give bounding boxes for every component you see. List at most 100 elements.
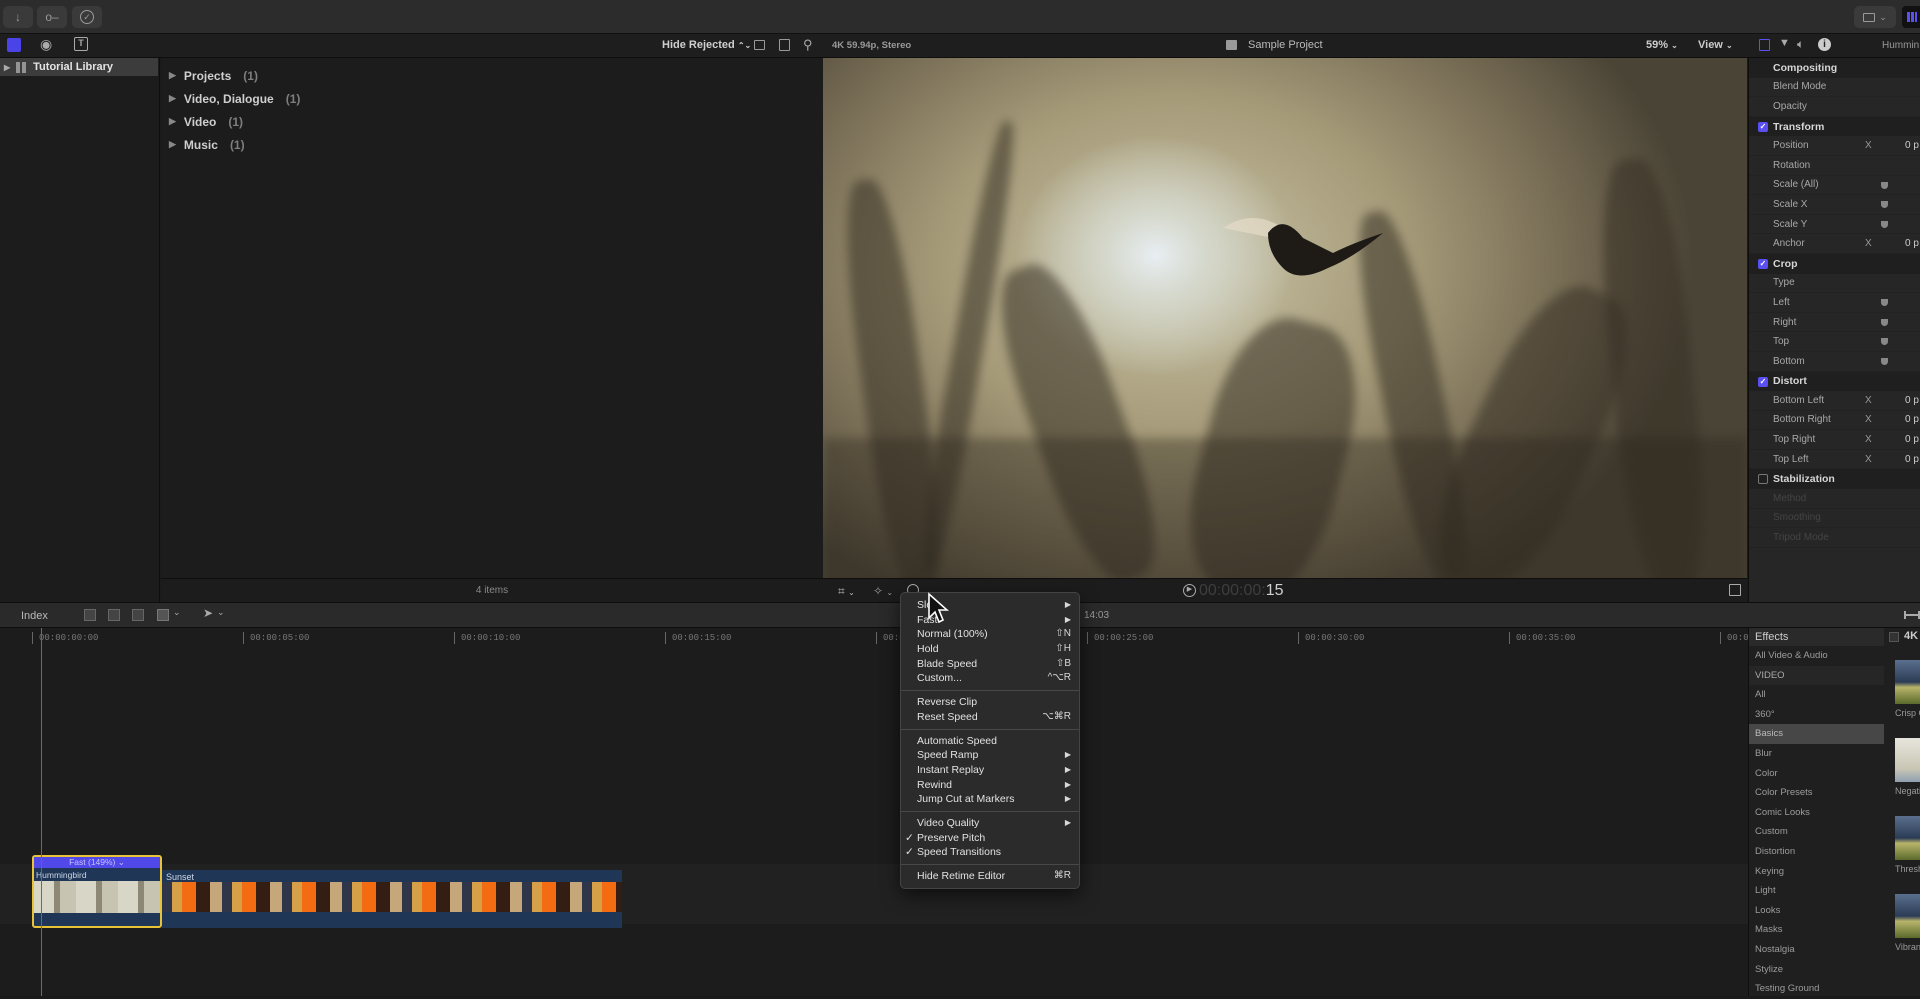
- event-row[interactable]: ▶ Music (1): [161, 133, 823, 156]
- inspector-parameter-row[interactable]: Smoothing: [1749, 509, 1920, 529]
- insert-clip-icon[interactable]: [108, 609, 120, 621]
- select-tool-icon[interactable]: ➤: [203, 606, 213, 620]
- transform-crop-icon[interactable]: ⌗ ⌄: [838, 584, 855, 599]
- zoom-dropdown[interactable]: 59% ⌄: [1646, 39, 1678, 51]
- effects-category-item[interactable]: VIDEO: [1749, 665, 1884, 686]
- inspector-section-header[interactable]: ✓ Distort: [1749, 371, 1920, 392]
- slider-knob[interactable]: [1881, 201, 1888, 209]
- section-enable-checkbox[interactable]: [1758, 474, 1768, 485]
- inspector-parameter-row[interactable]: Scale (All): [1749, 176, 1920, 196]
- audio-inspector-tab-icon[interactable]: 🔈︎: [1797, 37, 1804, 52]
- clip-filter-dropdown[interactable]: Hide Rejected ⌃⌄: [662, 39, 751, 51]
- inspector-section-header[interactable]: Stabilization: [1749, 469, 1920, 490]
- inspector-parameter-row[interactable]: Bottom: [1749, 352, 1920, 372]
- timeline-clip-hummingbird[interactable]: Fast (149%) ⌄ Hummingbird: [32, 855, 162, 928]
- slider-knob[interactable]: [1881, 220, 1888, 228]
- color-inspector-tab-icon[interactable]: ▼: [1779, 37, 1790, 49]
- effects-category-item[interactable]: Looks: [1749, 901, 1884, 921]
- menu-item[interactable]: Hold ⇧H: [901, 642, 1079, 657]
- disclosure-triangle-icon[interactable]: ▶: [169, 70, 176, 81]
- effects-category-item[interactable]: Light: [1749, 881, 1884, 901]
- timeline-ruler[interactable]: 00:00:00:00 00:00:05:00 00:00:10:00 00:00:1…: [0, 628, 1754, 648]
- menu-item[interactable]: Custom... ^⌥R: [901, 671, 1079, 686]
- effects-category-item[interactable]: Stylize: [1749, 960, 1884, 980]
- libraries-icon[interactable]: [7, 38, 21, 52]
- event-row[interactable]: ▶ Projects (1): [161, 64, 823, 87]
- video-frame[interactable]: [823, 58, 1747, 578]
- inspector-parameter-row[interactable]: Top Left X 0 p: [1749, 450, 1920, 470]
- parameter-value-field[interactable]: 0 p: [1905, 238, 1919, 249]
- section-enable-checkbox[interactable]: ✓: [1758, 376, 1768, 387]
- background-tasks-button[interactable]: ✓: [72, 6, 102, 28]
- menu-item[interactable]: ✓ Speed Transitions: [901, 845, 1079, 860]
- menu-item[interactable]: ✓ Preserve Pitch: [901, 831, 1079, 846]
- append-clip-icon[interactable]: [132, 609, 144, 621]
- menu-item[interactable]: Hide Retime Editor ⌘R: [901, 869, 1079, 884]
- timeline-area[interactable]: Sunset Fast (149%) ⌄ Hummingbird: [0, 648, 1748, 996]
- view-dropdown[interactable]: View ⌄: [1698, 39, 1733, 51]
- inspector-parameter-row[interactable]: Method: [1749, 489, 1920, 509]
- disclosure-triangle-icon[interactable]: ▶: [4, 63, 10, 72]
- slider-knob[interactable]: [1881, 299, 1888, 307]
- slider-knob[interactable]: [1881, 357, 1888, 365]
- keywords-button[interactable]: o‒: [37, 6, 67, 28]
- event-row[interactable]: ▶ Video (1): [161, 110, 823, 133]
- parameter-value-field[interactable]: 0 p: [1905, 454, 1919, 465]
- timeline-index-button[interactable]: Index: [21, 610, 48, 622]
- inspector-parameter-row[interactable]: Bottom Right X 0 p: [1749, 411, 1920, 431]
- filmstrip-view-icon[interactable]: [779, 39, 790, 51]
- disclosure-triangle-icon[interactable]: ▶: [169, 93, 176, 104]
- playhead[interactable]: [41, 628, 42, 996]
- inspector-parameter-row[interactable]: Anchor X 0 p: [1749, 234, 1920, 254]
- effect-thumbnail[interactable]: [1895, 816, 1920, 860]
- 4k-only-checkbox[interactable]: [1889, 632, 1899, 642]
- workspace-button[interactable]: ⌄: [1854, 6, 1896, 28]
- effects-category-item[interactable]: Custom: [1749, 822, 1884, 842]
- menu-item[interactable]: Reverse Clip: [901, 695, 1079, 710]
- inspector-section-header[interactable]: ✓ Transform: [1749, 116, 1920, 137]
- inspector-parameter-row[interactable]: Opacity: [1749, 97, 1920, 117]
- slider-knob[interactable]: [1881, 318, 1888, 326]
- titles-generators-icon[interactable]: T: [74, 37, 88, 51]
- menu-item[interactable]: Instant Replay ▶: [901, 763, 1079, 778]
- menu-item[interactable]: Normal (100%) ⇧N: [901, 627, 1079, 642]
- inspector-section-header[interactable]: Compositing: [1749, 58, 1920, 78]
- parameter-value-field[interactable]: 0 p: [1905, 395, 1919, 406]
- inspector-parameter-row[interactable]: Bottom Left X 0 p: [1749, 391, 1920, 411]
- slider-knob[interactable]: [1881, 181, 1888, 189]
- inspector-section-header[interactable]: ✓ Crop: [1749, 253, 1920, 274]
- effects-category-item[interactable]: Comic Looks: [1749, 803, 1884, 823]
- effects-category-item[interactable]: 360°: [1749, 705, 1884, 725]
- inspector-parameter-row[interactable]: Position X 0 p: [1749, 136, 1920, 156]
- connect-clip-icon[interactable]: [84, 609, 96, 621]
- effects-category-item[interactable]: Color: [1749, 764, 1884, 784]
- section-enable-checkbox[interactable]: ✓: [1758, 121, 1768, 132]
- timeline-clip-sunset[interactable]: Sunset: [162, 870, 622, 928]
- chevron-down-icon[interactable]: ⌄: [217, 607, 225, 618]
- overwrite-clip-icon[interactable]: [157, 609, 169, 621]
- play-icon[interactable]: ▶: [1183, 584, 1196, 597]
- parameter-value-field[interactable]: 0 p: [1905, 434, 1919, 445]
- effects-category-item[interactable]: Color Presets: [1749, 783, 1884, 803]
- effect-thumbnail[interactable]: [1895, 738, 1920, 782]
- retime-bar[interactable]: Fast (149%) ⌄: [34, 857, 160, 868]
- event-row[interactable]: ▶ Video, Dialogue (1): [161, 87, 823, 110]
- effect-thumbnail[interactable]: [1895, 660, 1920, 704]
- slider-knob[interactable]: [1881, 338, 1888, 346]
- inspector-parameter-row[interactable]: Type: [1749, 274, 1920, 294]
- section-enable-checkbox[interactable]: ✓: [1758, 258, 1768, 269]
- menu-item[interactable]: Speed Ramp ▶: [901, 748, 1079, 763]
- effects-category-item[interactable]: Masks: [1749, 920, 1884, 940]
- disclosure-triangle-icon[interactable]: ▶: [169, 139, 176, 150]
- effects-category-item[interactable]: Distortion: [1749, 842, 1884, 862]
- inspector-toggle-button[interactable]: [1902, 6, 1920, 28]
- inspector-parameter-row[interactable]: Top: [1749, 332, 1920, 352]
- disclosure-triangle-icon[interactable]: ▶: [169, 116, 176, 127]
- inspector-parameter-row[interactable]: Blend Mode: [1749, 78, 1920, 98]
- photos-audio-icon[interactable]: ◉: [40, 36, 52, 53]
- inspector-parameter-row[interactable]: Right: [1749, 313, 1920, 333]
- inspector-parameter-row[interactable]: Left: [1749, 293, 1920, 313]
- menu-item[interactable]: Jump Cut at Markers ▶: [901, 792, 1079, 807]
- video-inspector-tab-icon[interactable]: [1759, 39, 1770, 51]
- inspector-parameter-row[interactable]: Scale Y: [1749, 215, 1920, 235]
